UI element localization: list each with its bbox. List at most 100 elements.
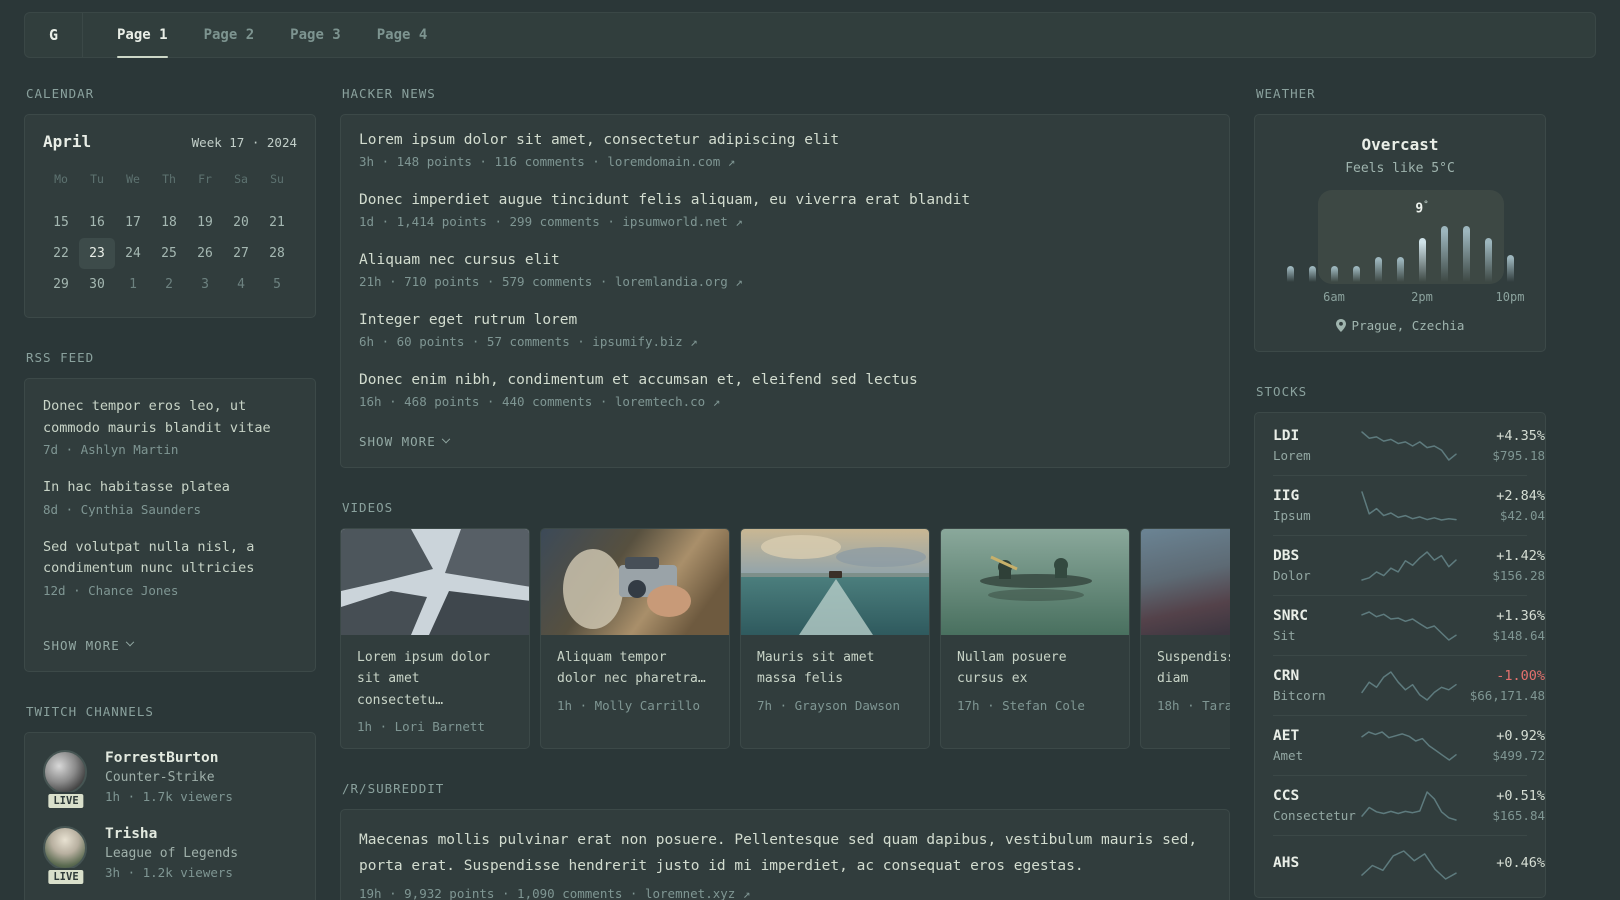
stock-ticker[interactable]: AHS bbox=[1273, 855, 1359, 871]
stock-ticker[interactable]: AET bbox=[1273, 728, 1359, 744]
hn-item-title[interactable]: Donec imperdiet augue tincidunt felis al… bbox=[359, 192, 1211, 208]
calendar-day[interactable]: 15 bbox=[43, 207, 79, 238]
weather-feels-like: Feels like 5°C bbox=[1345, 161, 1455, 176]
hn-item: Aliquam nec cursus elit 21h · 710 points… bbox=[359, 252, 1211, 289]
weather-bar bbox=[1374, 257, 1382, 282]
calendar-day[interactable]: 29 bbox=[43, 269, 79, 300]
weather-bar bbox=[1286, 266, 1294, 282]
calendar-day[interactable]: 19 bbox=[187, 207, 223, 238]
calendar-day[interactable]: 18 bbox=[151, 207, 187, 238]
calendar-day[interactable]: 24 bbox=[115, 238, 151, 269]
stock-price: $66,171.48 bbox=[1469, 688, 1545, 703]
calendar-day[interactable]: 2 bbox=[151, 269, 187, 300]
calendar-day[interactable]: 5 bbox=[259, 269, 295, 300]
twitch-channel-name[interactable]: ForrestBurton bbox=[105, 750, 233, 766]
calendar-day[interactable]: 16 bbox=[79, 207, 115, 238]
video-title[interactable]: Suspendisse diam bbox=[1157, 647, 1230, 690]
hn-item-title[interactable]: Aliquam nec cursus elit bbox=[359, 252, 1211, 268]
calendar-day[interactable]: 27 bbox=[223, 238, 259, 269]
tab-page-2[interactable]: Page 2 bbox=[204, 13, 255, 57]
rss-item-title[interactable]: Sed volutpat nulla nisl, a condimentum n… bbox=[43, 537, 297, 580]
stock-price: $156.28 bbox=[1492, 568, 1545, 583]
calendar-widget: CALENDAR April Week 17 · 2024 Mo Tu We Th Fr… bbox=[24, 86, 316, 318]
twitch-channel-name[interactable]: Trisha bbox=[105, 826, 238, 842]
twitch-channel-game: League of Legends bbox=[105, 845, 239, 861]
stock-ticker[interactable]: IIG bbox=[1273, 488, 1359, 504]
stock-name: Lorem bbox=[1273, 448, 1311, 463]
stock-sparkline bbox=[1359, 429, 1459, 463]
stock-ticker[interactable]: LDI bbox=[1273, 428, 1359, 444]
tab-page-4[interactable]: Page 4 bbox=[377, 13, 428, 57]
calendar-day[interactable]: 17 bbox=[115, 207, 151, 238]
video-title[interactable]: Nullam posuere cursus ex bbox=[957, 647, 1113, 690]
calendar-day[interactable]: 21 bbox=[259, 207, 295, 238]
video-title[interactable]: Aliquam tempor dolor nec pharetra… bbox=[557, 647, 713, 690]
hn-item-meta: 16h · 468 points · 440 comments · loremt… bbox=[359, 394, 1211, 409]
hn-item-title[interactable]: Integer eget rutrum lorem bbox=[359, 312, 1211, 328]
hn-item-domain[interactable]: loremlandia.org bbox=[615, 274, 728, 289]
weather-section-title: WEATHER bbox=[1256, 86, 1316, 101]
calendar-weekday-label: Th bbox=[162, 172, 176, 186]
video-card[interactable]: Suspendisse diam 18h · Tara bbox=[1140, 528, 1230, 750]
hn-item-meta: 21h · 710 points · 579 comments · loreml… bbox=[359, 274, 1211, 289]
video-card[interactable]: Mauris sit amet massa felis 7h · Grayson… bbox=[740, 528, 930, 750]
stock-change: +0.51% bbox=[1496, 788, 1545, 804]
tab-page-1[interactable]: Page 1 bbox=[117, 13, 168, 58]
video-title[interactable]: Lorem ipsum dolor sit amet consectetu… bbox=[357, 647, 513, 711]
avatar[interactable] bbox=[43, 825, 87, 870]
calendar-day[interactable]: 22 bbox=[43, 238, 79, 269]
stock-name: Bitcorn bbox=[1273, 688, 1326, 703]
video-title[interactable]: Mauris sit amet massa felis bbox=[757, 647, 913, 690]
hackernews-section-title: HACKER NEWS bbox=[342, 86, 436, 101]
external-link-icon: ↗ bbox=[690, 334, 698, 349]
hn-item-domain[interactable]: loremdomain.com bbox=[607, 154, 720, 169]
calendar-day[interactable]: 28 bbox=[259, 238, 295, 269]
calendar-day[interactable]: 4 bbox=[223, 269, 259, 300]
hn-item-title[interactable]: Lorem ipsum dolor sit amet, consectetur … bbox=[359, 132, 1211, 148]
calendar-day[interactable]: 1 bbox=[115, 269, 151, 300]
stock-ticker[interactable]: CRN bbox=[1273, 668, 1359, 684]
subreddit-domain[interactable]: loremnet.xyz bbox=[645, 886, 735, 900]
weather-location-row: Prague, Czechia bbox=[1273, 318, 1527, 333]
video-card[interactable]: Nullam posuere cursus ex 17h · Stefan Co… bbox=[940, 528, 1130, 750]
stock-change: +4.35% bbox=[1496, 428, 1545, 444]
stock-ticker[interactable]: CCS bbox=[1273, 788, 1359, 804]
avatar[interactable] bbox=[43, 749, 87, 794]
stock-ticker[interactable]: SNRC bbox=[1273, 608, 1359, 624]
calendar-day[interactable]: 23 bbox=[79, 238, 115, 269]
rss-item-title[interactable]: In hac habitasse platea bbox=[43, 477, 297, 499]
subreddit-meta-text: 19h · 9,932 points · 1,090 comments · bbox=[359, 885, 645, 900]
calendar-card: April Week 17 · 2024 Mo Tu We Th Fr Sa Su 15 16… bbox=[24, 114, 316, 318]
hn-item-title[interactable]: Donec enim nibh, condimentum et accumsan… bbox=[359, 372, 1211, 388]
hn-item-domain[interactable]: ipsumworld.net bbox=[622, 214, 727, 229]
subreddit-post-title[interactable]: Maecenas mollis pulvinar erat non posuer… bbox=[359, 827, 1211, 879]
hn-show-more-button[interactable]: SHOW MORE bbox=[359, 434, 450, 449]
app-logo[interactable]: G bbox=[25, 13, 83, 57]
calendar-day[interactable]: 20 bbox=[223, 207, 259, 238]
stock-ticker[interactable]: DBS bbox=[1273, 548, 1359, 564]
weather-bar-chart: 9° bbox=[1279, 190, 1521, 284]
tab-page-3[interactable]: Page 3 bbox=[290, 13, 341, 57]
hn-item: Lorem ipsum dolor sit amet, consectetur … bbox=[359, 132, 1211, 169]
hn-item-meta: 1d · 1,414 points · 299 comments · ipsum… bbox=[359, 214, 1211, 229]
video-card[interactable]: Aliquam tempor dolor nec pharetra… 1h · … bbox=[540, 528, 730, 750]
calendar-day[interactable]: 30 bbox=[79, 269, 115, 300]
twitch-section-title: TWITCH CHANNELS bbox=[26, 703, 154, 719]
calendar-day[interactable]: 3 bbox=[187, 269, 223, 300]
hn-item-domain[interactable]: ipsumify.biz bbox=[592, 334, 682, 349]
page-tabs: Page 1 Page 2 Page 3 Page 4 bbox=[83, 13, 428, 58]
hn-item-domain[interactable]: loremtech.co bbox=[615, 394, 705, 409]
video-card[interactable]: Lorem ipsum dolor sit amet consectetu… 1… bbox=[340, 528, 530, 750]
stock-change: +2.84% bbox=[1496, 488, 1545, 504]
weather-time-label: 2pm bbox=[1411, 290, 1433, 304]
calendar-day[interactable]: 25 bbox=[151, 238, 187, 269]
calendar-day[interactable]: 26 bbox=[187, 238, 223, 269]
twitch-channel-row: LIVE ForrestBurton Counter-Strike 1h · 1… bbox=[43, 749, 297, 810]
stock-change: -1.00% bbox=[1496, 668, 1545, 684]
live-badge: LIVE bbox=[46, 791, 86, 810]
video-thumbnail-pillars-sky bbox=[341, 529, 529, 635]
stock-row: AHS +0.46% bbox=[1273, 835, 1545, 894]
rss-show-more-button[interactable]: SHOW MORE bbox=[43, 638, 134, 653]
rss-item-title[interactable]: Donec tempor eros leo, ut commodo mauris… bbox=[43, 396, 297, 439]
hn-meta-text: 1d · 1,414 points · 299 comments · bbox=[359, 214, 623, 229]
